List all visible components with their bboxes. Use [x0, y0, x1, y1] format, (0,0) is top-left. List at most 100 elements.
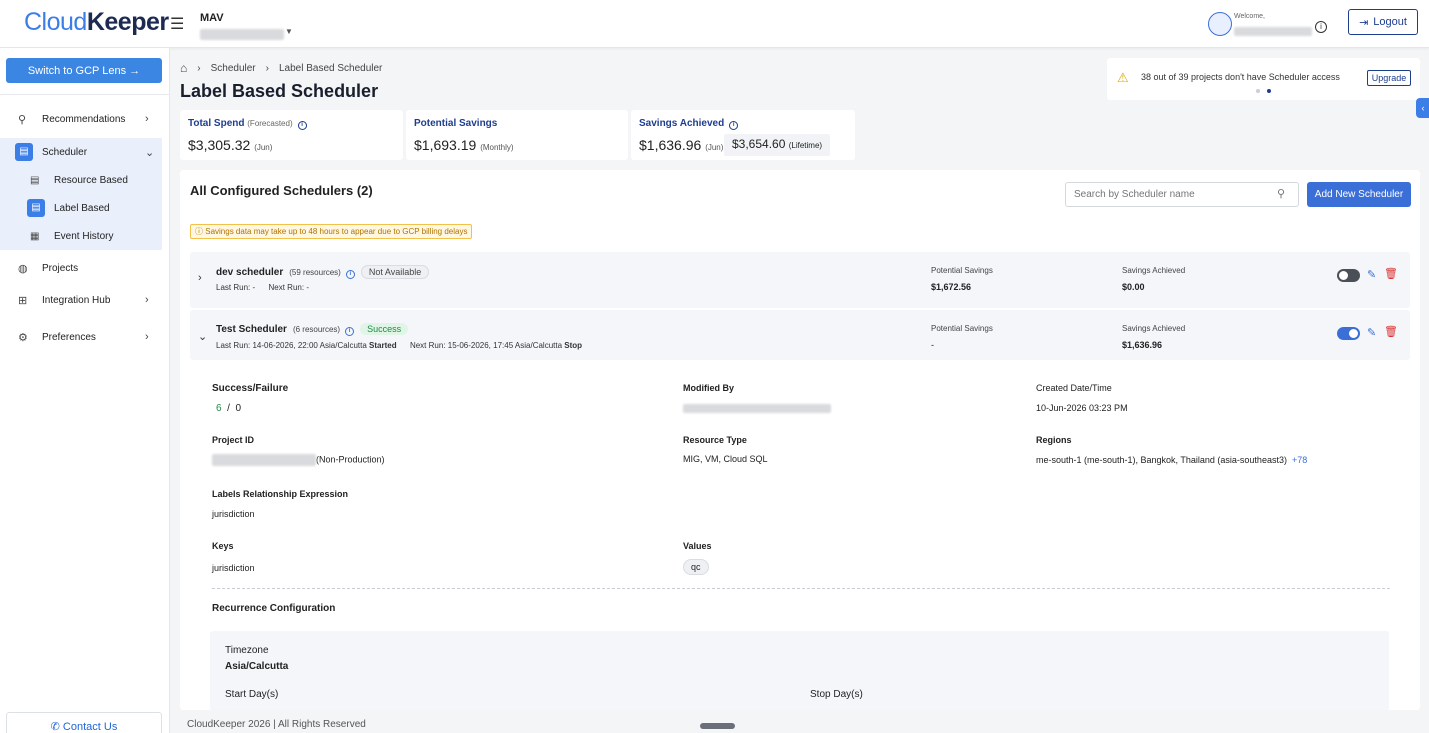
run-info: Last Run: 14-06-2026, 22:00 Asia/Calcutt… — [216, 341, 583, 350]
scheduler-toggle[interactable] — [1337, 327, 1360, 340]
scheduler-toggle[interactable] — [1337, 269, 1360, 282]
home-icon[interactable]: ⌂ — [180, 61, 187, 75]
chevron-right-icon: › — [145, 294, 149, 306]
welcome-label: Welcome, — [1234, 13, 1265, 20]
value-chip: qc — [683, 559, 709, 575]
potential-savings-label: Potential Savings — [931, 324, 993, 333]
billing-delay-note: ⓘ Savings data may take up to 48 hours t… — [190, 224, 473, 239]
search-input[interactable] — [1065, 182, 1299, 207]
stop-days-label: Stop Day(s) — [810, 689, 863, 700]
regions-value: me-south-1 (me-south-1), Bangkok, Thaila… — [1036, 455, 1308, 465]
phone-icon: ✆ — [50, 721, 60, 733]
savings-achieved-label: Savings Achieved — [1122, 324, 1186, 333]
info-icon[interactable]: i — [297, 121, 307, 130]
collapse-panel-icon[interactable]: ‹ — [1416, 98, 1429, 118]
breadcrumb-current: Label Based Scheduler — [278, 62, 383, 74]
breadcrumb-scheduler[interactable]: Scheduler — [211, 63, 256, 74]
breadcrumb-separator: › — [265, 62, 269, 74]
upgrade-button[interactable]: Upgrade — [1367, 70, 1411, 86]
status-badge: Success — [360, 323, 409, 335]
add-new-scheduler-button[interactable]: Add New Scheduler — [1307, 182, 1411, 207]
calendar-icon: ▤ — [27, 199, 45, 217]
chevron-right-icon[interactable]: › — [198, 272, 202, 284]
savings-achieved-label: Savings Achieved — [1122, 266, 1186, 275]
potential-savings-value: - — [931, 340, 934, 350]
arrow-right-icon: → — [129, 64, 141, 77]
potential-savings-label: Potential Savings — [931, 266, 993, 275]
lifetime-savings: $3,654.60 (Lifetime) — [724, 134, 831, 156]
sidebar-subitem-event-history[interactable]: ▦ Event History — [0, 222, 162, 250]
recurrence-label: Recurrence Configuration — [212, 603, 336, 614]
contact-us-button[interactable]: ✆ Contact Us — [6, 712, 162, 733]
carousel-dot-active[interactable] — [1267, 89, 1271, 93]
labels-expression-value: jurisdiction — [212, 509, 255, 519]
sidebar-item-preferences[interactable]: ⚙ Preferences › — [0, 323, 170, 351]
schedulers-title: All Configured Schedulers (2) — [190, 183, 373, 198]
breadcrumb: ⌂ › Scheduler › Label Based Scheduler — [180, 61, 382, 75]
scheduler-name[interactable]: dev scheduler — [216, 267, 283, 278]
project-id-label: Project ID — [212, 435, 255, 445]
scroll-handle[interactable] — [700, 723, 735, 729]
info-icon[interactable]: i — [729, 121, 739, 130]
history-icon: ▦ — [30, 230, 40, 242]
sidebar-item-scheduler[interactable]: ▤ Scheduler ⌄ — [0, 138, 162, 166]
keys-value: jurisdiction — [212, 563, 255, 573]
scheduler-name[interactable]: Test Scheduler — [216, 324, 287, 335]
success-failure-value: 6 / 0 — [216, 403, 242, 414]
chevron-down-icon[interactable]: ▼ — [285, 27, 293, 36]
timezone-label: Timezone — [225, 645, 269, 656]
footer: CloudKeeper 2026 | All Rights Reserved — [171, 711, 1429, 733]
hamburger-menu-icon[interactable]: ☰ — [170, 14, 184, 34]
carousel-dot[interactable] — [1256, 89, 1260, 93]
created-value: 10-Jun-2026 03:23 PM — [1036, 403, 1128, 413]
logout-icon: ⇥ — [1359, 16, 1369, 29]
run-info: Last Run: - Next Run: - — [216, 283, 309, 292]
warning-icon: ⚠ — [1117, 70, 1129, 85]
projects-icon: ◍ — [18, 262, 28, 275]
scheduler-row[interactable]: ⌄ Test Scheduler (6 resources) i Success La… — [190, 310, 1410, 360]
sidebar-item-recommendations[interactable]: ⚲ Recommendations › — [0, 105, 170, 133]
cloudkeeper-logo[interactable]: CloudKeeper — [24, 8, 169, 37]
delete-icon[interactable]: 🗑 — [1384, 267, 1398, 280]
search-icon[interactable]: ⚲ — [1277, 187, 1285, 200]
resource-type-label: Resource Type — [683, 435, 747, 445]
notice-text: 38 out of 39 projects don't have Schedul… — [1141, 72, 1340, 82]
info-icon: ⓘ — [195, 227, 203, 236]
edit-icon[interactable]: ✎ — [1367, 268, 1376, 281]
sidebar-item-integration-hub[interactable]: ⊞ Integration Hub › — [0, 286, 170, 314]
modified-by-value — [683, 403, 831, 414]
status-badge: Not Available — [360, 265, 430, 279]
project-id-value: (Non-Production) — [212, 454, 385, 466]
sidebar-item-projects[interactable]: ◍ Projects — [0, 254, 170, 282]
timezone-value: Asia/Calcutta — [225, 661, 289, 672]
divider — [0, 94, 170, 95]
bulb-icon: ⚲ — [18, 113, 27, 126]
access-notice: ⚠ 38 out of 39 projects don't have Sched… — [1107, 58, 1420, 100]
preferences-icon: ⚙ — [18, 331, 28, 344]
recurrence-panel: Timezone Asia/Calcutta Start Day(s) Stop… — [210, 631, 1389, 710]
info-icon[interactable]: i — [345, 270, 355, 279]
keys-label: Keys — [212, 541, 234, 551]
user-avatar-icon[interactable] — [1208, 12, 1232, 36]
org-selector[interactable] — [200, 27, 284, 41]
toggle-knob — [1339, 271, 1348, 280]
edit-icon[interactable]: ✎ — [1367, 326, 1376, 339]
info-icon[interactable]: i — [345, 327, 355, 336]
scheduler-row[interactable]: › dev scheduler (59 resources) i Not Availa… — [190, 252, 1410, 308]
sidebar-subitem-label-based[interactable]: ▤ Label Based — [0, 194, 162, 222]
kpi-potential-savings: Potential Savings $1,693.19 (Monthly) — [406, 110, 628, 160]
user-name — [1234, 24, 1312, 38]
delete-icon[interactable]: 🗑 — [1384, 325, 1398, 338]
divider — [212, 588, 1390, 589]
info-icon[interactable]: i — [1315, 21, 1327, 33]
kpi-savings-achieved: Savings Achieved i $1,636.96 (Jun) $3,654… — [631, 110, 855, 160]
sidebar-subitem-resource-based[interactable]: ▤ Resource Based — [0, 166, 162, 194]
switch-to-gcp-button[interactable]: Switch to GCP Lens → — [6, 58, 162, 83]
logout-button[interactable]: ⇥ Logout — [1348, 9, 1418, 35]
modified-by-label: Modified By — [683, 383, 734, 393]
calendar-icon: ▤ — [30, 174, 40, 186]
regions-more-link[interactable]: +78 — [1292, 455, 1307, 465]
values-label: Values — [683, 541, 712, 551]
labels-expression-label: Labels Relationship Expression — [212, 489, 349, 499]
chevron-down-icon[interactable]: ⌄ — [198, 330, 207, 343]
